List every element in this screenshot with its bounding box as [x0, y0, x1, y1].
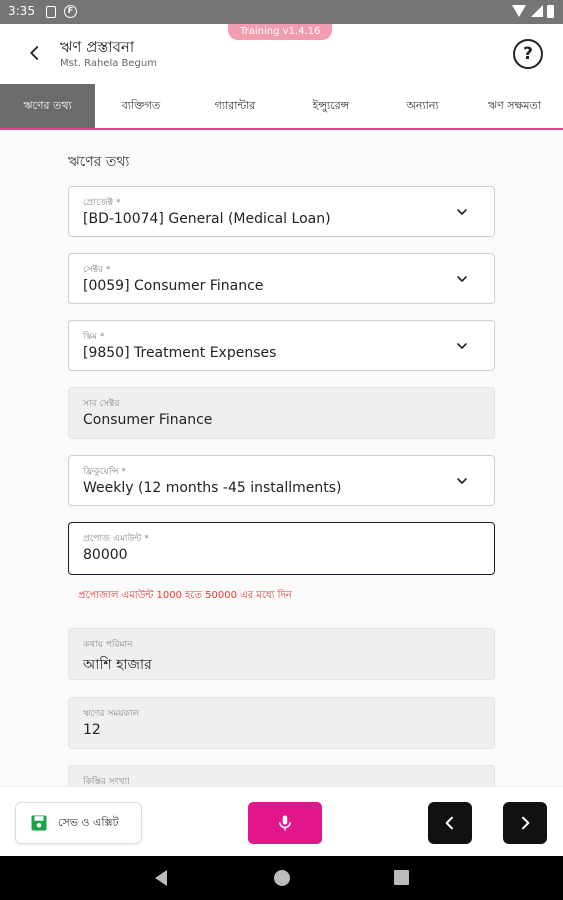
status-bar: 3:35 F: [0, 0, 563, 24]
chevron-left-icon: [30, 46, 39, 60]
installment-count-field: কিস্তির সংখ্যা: [68, 765, 495, 786]
project-label: প্রোজেক্ট *: [83, 198, 121, 208]
loan-duration-field: ঋণের সময়কাল 12: [68, 697, 495, 749]
amount-value[interactable]: 80000: [83, 547, 128, 563]
sector-value: [0059] Consumer Finance: [83, 278, 264, 294]
save-exit-button[interactable]: সেভ ও এক্সিট: [15, 802, 142, 844]
amount-in-words-field: কথায় পরিমান আশি হাজার: [68, 628, 495, 680]
chevron-down-icon: [454, 271, 470, 287]
amount-error-message: প্রপোজাল এমাউন্ট 1000 হতে 50000 এর মধ্যে…: [78, 590, 292, 601]
back-button[interactable]: [20, 36, 50, 70]
system-nav-bar: [0, 856, 563, 900]
sector-label: সেক্টর *: [83, 265, 111, 275]
chevron-right-icon: [522, 816, 530, 830]
chevron-down-icon: [454, 204, 470, 220]
section-title: ঋণের তথ্য: [68, 154, 130, 170]
scheme-label: স্কিম *: [83, 332, 105, 342]
member-name: Mst. Rahela Begum: [60, 58, 157, 69]
chevron-down-icon: [454, 473, 470, 489]
help-button[interactable]: ?: [513, 39, 543, 69]
microphone-icon: [279, 815, 291, 831]
tab-loan-info[interactable]: ঋণের তথ্য: [0, 84, 95, 128]
previous-button[interactable]: [428, 802, 472, 844]
battery-icon: [547, 5, 554, 18]
sector-select[interactable]: সেক্টর * [0059] Consumer Finance: [68, 253, 495, 304]
project-select[interactable]: প্রোজেক্ট * [BD-10074] General (Medical …: [68, 186, 495, 237]
frequency-label: ফ্রিকুয়েন্সি *: [83, 467, 126, 477]
wifi-icon: [512, 5, 526, 17]
duration-label: ঋণের সময়কাল: [83, 709, 140, 719]
status-time: 3:35: [8, 4, 35, 18]
frequency-select[interactable]: ফ্রিকুয়েন্সি * Weekly (12 months -45 in…: [68, 455, 495, 506]
duration-value: 12: [83, 722, 101, 738]
save-exit-label: সেভ ও এক্সিট: [58, 815, 119, 829]
version-badge: Training v1.4.16: [228, 24, 333, 40]
tab-insurance[interactable]: ইন্স্যুরেন্স: [283, 84, 379, 128]
scheme-value: [9850] Treatment Expenses: [83, 345, 277, 361]
chevron-left-icon: [445, 816, 453, 830]
f-circle-icon: F: [64, 5, 77, 18]
save-icon: [31, 815, 47, 831]
next-button[interactable]: [503, 802, 547, 844]
tab-others[interactable]: অন্যান্য: [379, 84, 466, 128]
subsector-value: Consumer Finance: [83, 412, 213, 428]
action-bar: সেভ ও এক্সিট: [0, 786, 563, 856]
tab-guarantor[interactable]: গ্যারান্টার: [187, 84, 283, 128]
amount-label: প্রপোজ এমাউন্ট *: [83, 534, 149, 544]
project-value: [BD-10074] General (Medical Loan): [83, 211, 331, 227]
notification-box-icon: [46, 6, 56, 18]
in-words-value: আশি হাজার: [83, 657, 152, 673]
proposed-amount-input[interactable]: প্রপোজ এমাউন্ট * 80000: [68, 522, 495, 575]
tab-loan-capacity[interactable]: ঋণ সক্ষমতা: [466, 84, 563, 128]
in-words-label: কথায় পরিমান: [83, 640, 133, 650]
signal-icon: [531, 5, 543, 17]
frequency-value: Weekly (12 months -45 installments): [83, 480, 342, 496]
tab-bar: ঋণের তথ্য ব্যক্তিগত গ্যারান্টার ইন্স্যুর…: [0, 84, 563, 130]
subsector-field: সাব সেক্টর Consumer Finance: [68, 387, 495, 439]
nav-back-icon[interactable]: [155, 870, 167, 886]
subsector-label: সাব সেক্টর: [83, 399, 120, 409]
nav-home-icon[interactable]: [274, 870, 290, 886]
loan-info-form: ঋণের তথ্য প্রোজেক্ট * [BD-10074] General…: [0, 132, 563, 786]
nav-recents-icon[interactable]: [394, 870, 409, 885]
app-header: ঋণ প্রস্তাবনা Mst. Rahela Begum Training…: [0, 24, 563, 84]
scheme-select[interactable]: স্কিম * [9850] Treatment Expenses: [68, 320, 495, 371]
chevron-down-icon: [454, 338, 470, 354]
tab-personal[interactable]: ব্যক্তিগত: [95, 84, 187, 128]
microphone-button[interactable]: [248, 802, 322, 844]
installments-label: কিস্তির সংখ্যা: [83, 777, 130, 786]
